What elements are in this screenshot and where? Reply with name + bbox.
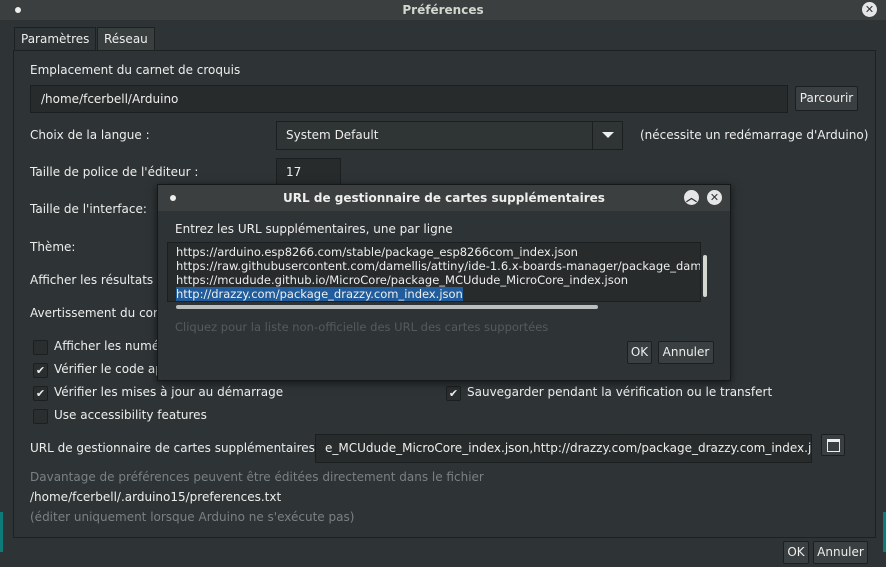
boards-url-label: URL de gestionnaire de cartes supplément… xyxy=(30,441,315,455)
url-list-textarea[interactable]: https://arduino.esp8266.com/stable/packa… xyxy=(167,242,701,302)
accessibility-checkbox[interactable] xyxy=(33,409,48,424)
prefs-file-path: /home/fcerbell/.arduino15/preferences.tx… xyxy=(30,490,282,504)
font-size-field[interactable]: 17 xyxy=(276,158,341,187)
vertical-scrollbar[interactable] xyxy=(703,255,707,297)
save-on-verify-checkbox[interactable]: ✔ xyxy=(446,386,461,401)
background-window-edge xyxy=(0,512,3,552)
check-updates-label: Vérifier les mises à jour au démarrage xyxy=(54,385,284,399)
boards-url-dialog: URL de gestionnaire de cartes supplément… xyxy=(157,184,731,381)
save-on-verify-label: Sauvegarder pendant la vérification ou l… xyxy=(467,385,773,399)
show-results-label: Afficher les résultats d xyxy=(30,273,165,287)
url-line: https://raw.githubusercontent.com/damell… xyxy=(176,259,701,273)
window-icon xyxy=(827,439,840,452)
tab-parametres[interactable]: Paramètres xyxy=(14,27,97,50)
language-select-value: System Default xyxy=(286,128,379,142)
compiler-warnings-label: Avertissement du com xyxy=(30,306,165,320)
sketchbook-label: Emplacement du carnet de croquis xyxy=(30,63,241,77)
boards-url-edit-button[interactable] xyxy=(821,434,845,456)
boards-url-field[interactable]: e_MCUdude_MicroCore_index.json,http://dr… xyxy=(315,434,812,463)
dialog-instruction: Entrez les URL supplémentaires, une par … xyxy=(175,222,453,236)
theme-label: Thème: xyxy=(30,240,76,254)
check-updates-checkbox[interactable]: ✔ xyxy=(33,386,48,401)
sketchbook-path-field[interactable]: /home/fcerbell/Arduino xyxy=(30,85,788,113)
ok-button[interactable]: OK xyxy=(783,541,809,564)
language-label: Choix de la langue : xyxy=(30,128,150,142)
dialog-close-icon[interactable]: ✕ xyxy=(707,190,722,205)
dialog-ok-button[interactable]: OK xyxy=(627,341,652,364)
maximize-icon[interactable]: ︿ xyxy=(684,190,699,205)
more-prefs-text: Davantage de préférences peuvent être éd… xyxy=(30,470,484,484)
url-line: https://arduino.esp8266.com/stable/packa… xyxy=(176,245,578,259)
line-numbers-checkbox[interactable] xyxy=(33,340,48,355)
line-numbers-label: Afficher les numé xyxy=(54,339,160,353)
cancel-button[interactable]: Annuler xyxy=(813,541,868,564)
horizontal-scrollbar[interactable] xyxy=(176,305,598,309)
window-title: Préférences xyxy=(402,3,484,17)
language-dropdown-button[interactable] xyxy=(592,121,623,150)
browse-button[interactable]: Parcourir xyxy=(795,86,858,111)
edit-note: (éditer uniquement lorsque Arduino ne s'… xyxy=(30,510,355,524)
accessibility-label: Use accessibility features xyxy=(54,408,207,422)
tab-reseau[interactable]: Réseau xyxy=(97,27,155,50)
unofficial-list-link[interactable]: Cliquez pour la liste non-officielle des… xyxy=(175,320,548,334)
dialog-title: URL de gestionnaire de cartes supplément… xyxy=(283,191,605,205)
url-line-selected: http://drazzy.com/package_drazzy.com_ind… xyxy=(176,287,463,301)
dialog-cancel-button[interactable]: Annuler xyxy=(658,341,714,364)
close-icon[interactable]: ✕ xyxy=(862,2,877,17)
language-select[interactable]: System Default xyxy=(276,121,623,150)
url-line: https://mcudude.github.io/MicroCore/pack… xyxy=(176,273,629,287)
language-note: (nécessite un redémarrage d'Arduino) xyxy=(640,128,869,142)
verify-code-label: Vérifier le code ap xyxy=(54,362,163,376)
chevron-down-icon xyxy=(602,132,614,138)
verify-code-checkbox[interactable]: ✔ xyxy=(33,363,48,378)
font-size-label: Taille de police de l'éditeur : xyxy=(30,165,199,179)
interface-size-label: Taille de l'interface: xyxy=(30,202,147,216)
